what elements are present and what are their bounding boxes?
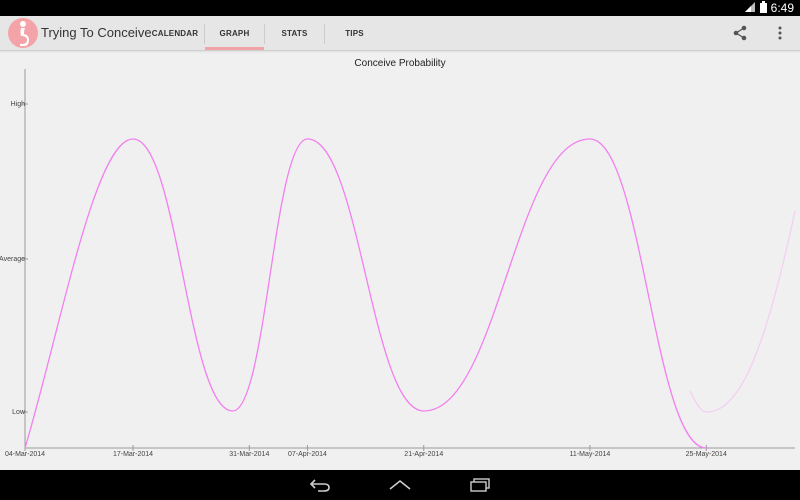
battery-icon [759,0,767,16]
y-tick-label: High [11,101,26,108]
x-tick-label: 25-May-2014 [686,451,727,458]
app-logo[interactable] [8,18,38,48]
x-tick-label: 17-Mar-2014 [113,451,153,458]
share-icon [733,25,747,41]
tab-graph[interactable]: GRAPH [205,16,264,50]
tab-calendar[interactable]: CALENDAR [146,16,204,50]
x-tick-label: 04-Mar-2014 [5,451,45,458]
chart-title: Conceive Probability [354,58,445,69]
back-icon [309,479,330,492]
status-icons: 6:49 [744,0,794,16]
action-bar: Trying To Conceive CALENDAR GRAPH STATS … [0,16,800,51]
share-button[interactable] [726,16,754,50]
pregnant-silhouette-icon [20,21,29,46]
status-bar: 6:49 [0,0,800,16]
chart-area: Conceive Probability Low Average High 04-Mar… [0,51,800,470]
app-title: Trying To Conceive [41,25,152,40]
back-button[interactable] [300,470,340,500]
recents-icon [470,478,490,492]
home-button[interactable] [380,470,420,500]
clock: 6:49 [770,1,794,15]
series-line-faded [689,210,796,413]
x-tick-label: 31-Mar-2014 [229,451,269,458]
series-line-solid [24,138,707,449]
x-tick-label: 11-May-2014 [570,451,611,458]
x-tick-label: 07-Apr-2014 [288,451,327,458]
signal-icon [744,1,756,16]
y-tick-label: Average [0,256,25,263]
tab-stats[interactable]: STATS [265,16,324,50]
overflow-menu-button[interactable] [766,16,794,50]
probability-chart: Conceive Probability Low Average High 04-Mar… [0,58,796,458]
overflow-menu-icon [778,26,782,40]
x-tick-label: 21-Apr-2014 [404,451,443,458]
recents-button[interactable] [460,470,500,500]
y-tick-label: Low [12,409,26,416]
home-icon [389,479,411,490]
tab-tips[interactable]: TIPS [325,16,384,50]
navigation-bar [0,470,800,500]
